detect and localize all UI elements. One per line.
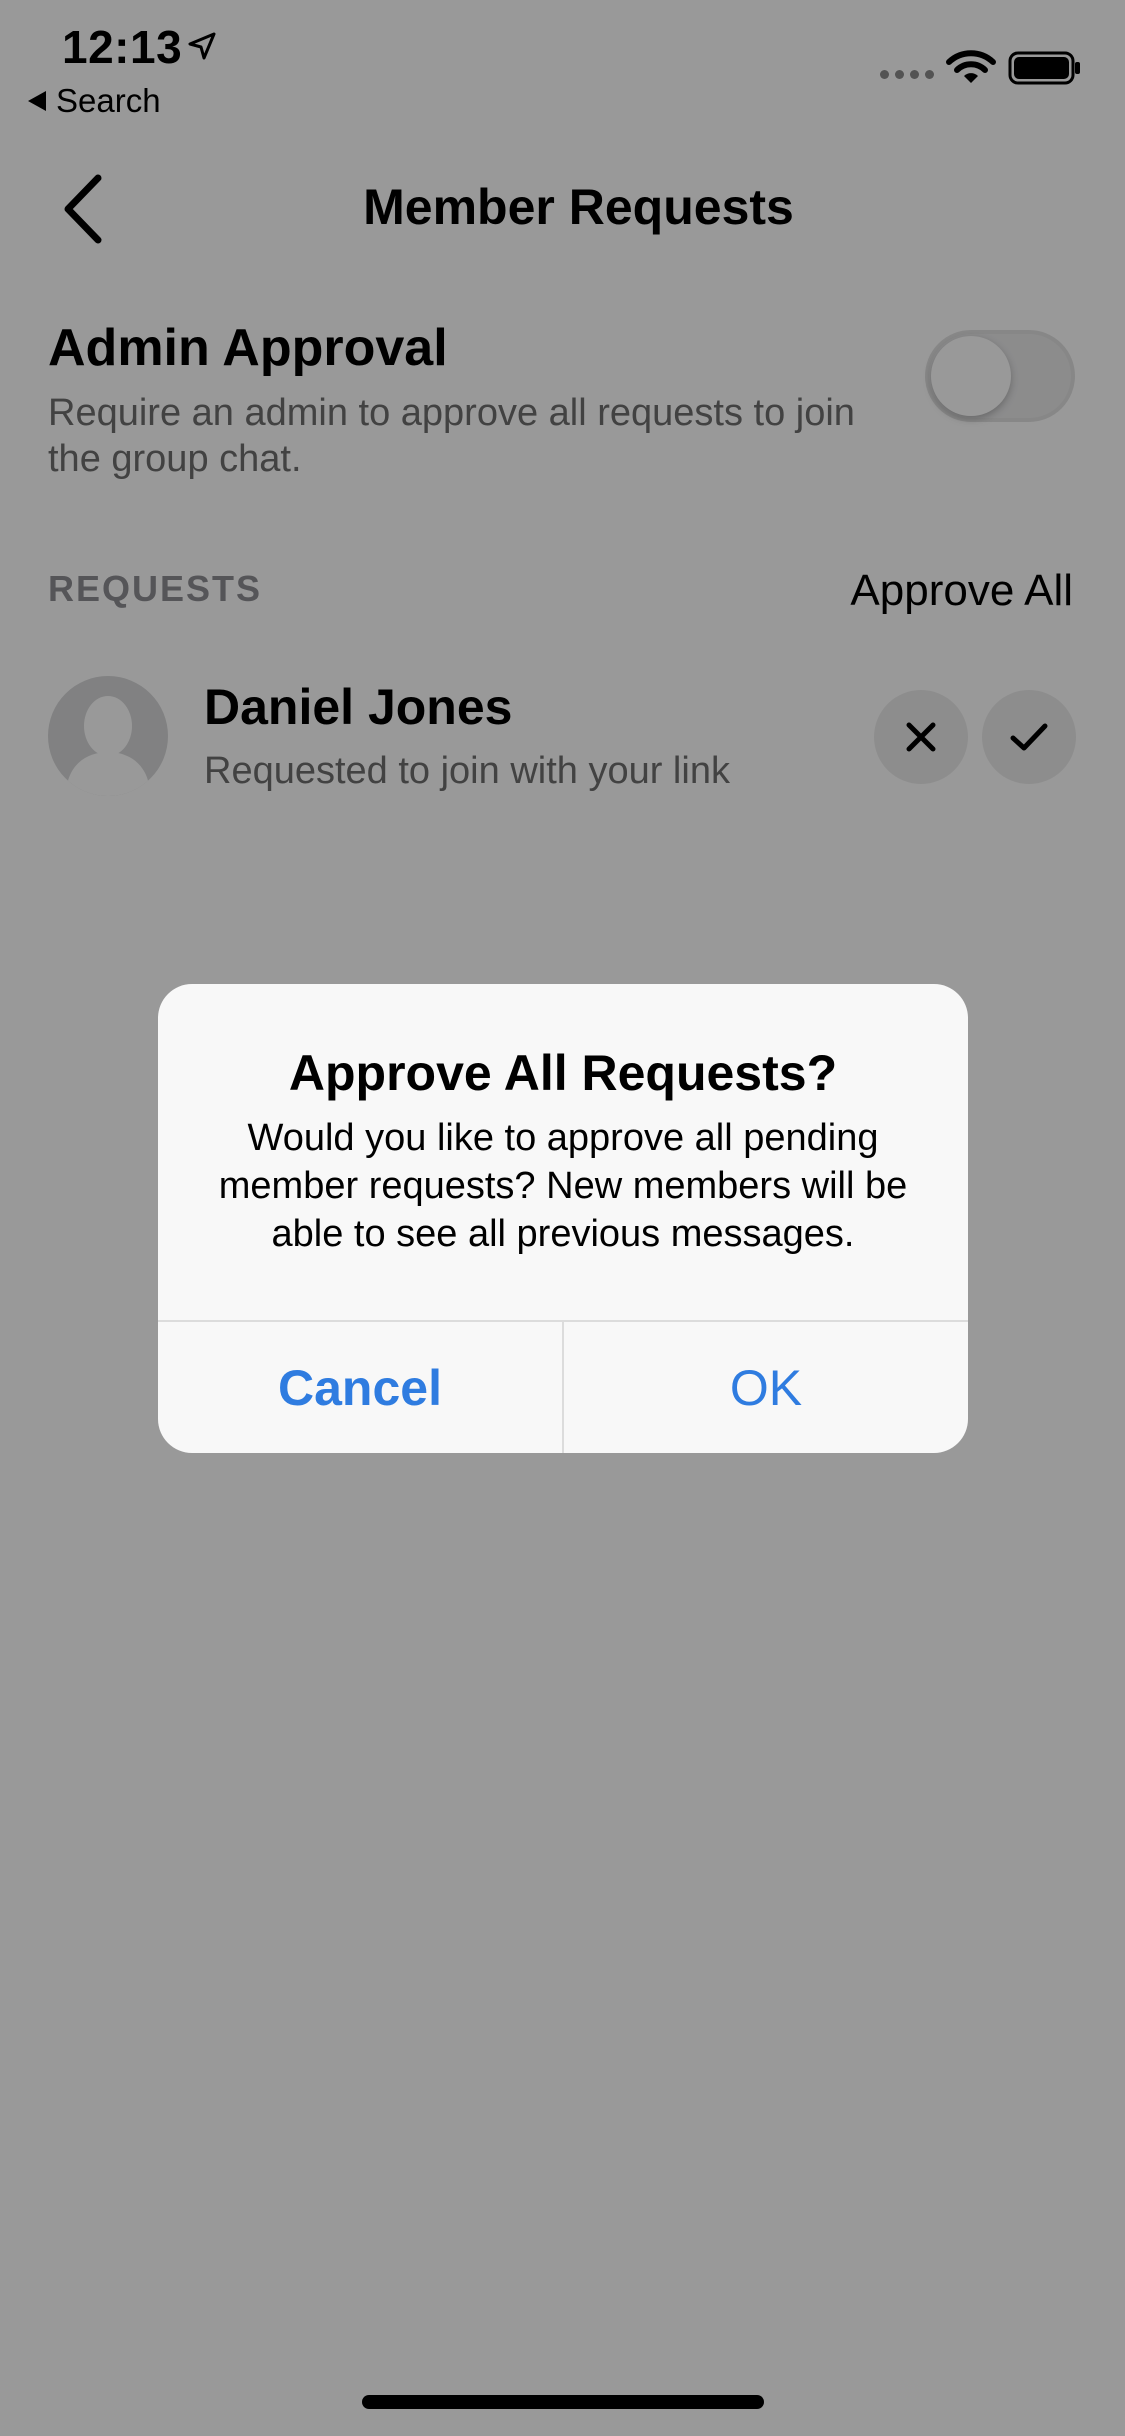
home-indicator[interactable] xyxy=(362,2395,764,2409)
ok-button[interactable]: OK xyxy=(564,1322,968,1453)
cancel-button[interactable]: Cancel xyxy=(158,1322,562,1453)
alert-title: Approve All Requests? xyxy=(288,1045,838,1101)
alert-message: Would you like to approve all pending me… xyxy=(218,1117,908,1255)
approve-all-alert: Approve All Requests? Would you like to … xyxy=(158,984,968,1453)
